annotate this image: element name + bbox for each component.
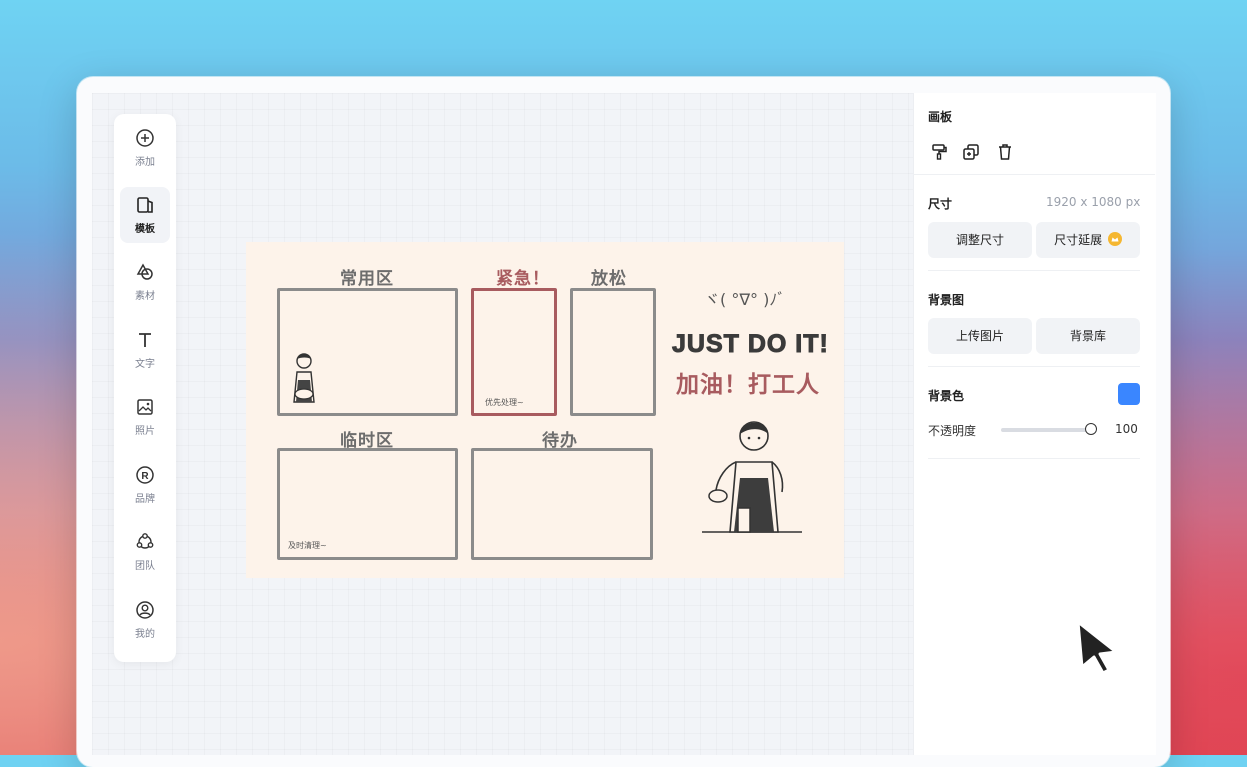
panel-divider [928, 270, 1140, 271]
tool-template[interactable]: 模板 [120, 187, 170, 243]
background-color-swatch[interactable] [1118, 383, 1140, 405]
kaomoji-text: ヾ( °∇° )ﾉﾞ [704, 290, 786, 309]
todo-area-box[interactable] [471, 448, 653, 560]
shapes-icon [136, 263, 153, 280]
mouse-cursor-icon [1076, 620, 1118, 674]
design-artboard[interactable]: 常用区 紧急！ 放松 临时区 待办 优先处理~ 及时清理~ ヾ( °∇° )ﾉﾞ… [246, 242, 844, 578]
opacity-label: 不透明度 [928, 424, 977, 438]
tool-text[interactable]: 文字 [120, 322, 170, 378]
user-icon [136, 601, 154, 619]
tool-mine-label: 我的 [135, 629, 155, 640]
upload-image-button[interactable]: 上传图片 [928, 318, 1032, 354]
tool-brand[interactable]: R 品牌 [120, 457, 170, 513]
duplicate-icon[interactable] [962, 143, 980, 161]
tool-add[interactable]: 添加 [120, 120, 170, 176]
svg-text:R: R [141, 471, 149, 482]
tool-text-label: 文字 [135, 359, 155, 370]
urgent-note: 优先处理~ [485, 398, 524, 407]
slogan-english: JUST DO IT! [672, 330, 829, 359]
size-extend-button[interactable]: 尺寸延展 [1036, 222, 1140, 258]
tool-materials-label: 素材 [135, 291, 155, 302]
photo-icon [137, 399, 153, 415]
template-icon [137, 197, 153, 213]
panel-divider [913, 174, 1155, 175]
panel-title: 画板 [928, 110, 953, 124]
tool-photo[interactable]: 照片 [120, 389, 170, 445]
section-title-relax: 放松 [591, 269, 627, 289]
tool-team-label: 团队 [135, 561, 155, 572]
size-label: 尺寸 [928, 197, 953, 211]
background-library-button[interactable]: 背景库 [1036, 318, 1140, 354]
left-toolbar: 添加 模板 素材 文字 照片 R 品牌 团队 我的 [114, 114, 176, 662]
team-icon [136, 533, 154, 549]
section-title-common: 常用区 [340, 269, 394, 289]
tool-add-label: 添加 [135, 157, 155, 168]
temp-note: 及时清理~ [288, 541, 327, 550]
tool-mine[interactable]: 我的 [120, 592, 170, 648]
adjust-size-label: 调整尺寸 [955, 233, 1004, 247]
background-color-label: 背景色 [928, 389, 965, 403]
plus-circle-icon [136, 129, 154, 147]
background-image-label: 背景图 [928, 293, 965, 307]
tool-photo-label: 照片 [135, 426, 155, 437]
brand-icon: R [136, 466, 154, 484]
slogan-chinese: 加油！打工人 [676, 372, 820, 398]
relax-area-box[interactable] [570, 288, 656, 416]
size-value: 1920 x 1080 px [1046, 195, 1141, 209]
barista-illustration [702, 421, 802, 533]
tool-template-label: 模板 [135, 224, 155, 235]
small-barista-illustration [293, 353, 315, 403]
format-painter-icon[interactable] [930, 143, 948, 161]
delete-icon[interactable] [996, 143, 1014, 161]
panel-divider [928, 366, 1140, 367]
section-title-urgent: 紧急！ [496, 269, 550, 289]
opacity-slider-track[interactable] [1001, 428, 1091, 432]
opacity-value: 100 [1115, 422, 1138, 436]
tool-brand-label: 品牌 [135, 494, 155, 505]
tool-materials[interactable]: 素材 [120, 254, 170, 310]
adjust-size-button[interactable]: 调整尺寸 [928, 222, 1032, 258]
crown-icon [1107, 232, 1122, 246]
tool-team[interactable]: 团队 [120, 524, 170, 580]
size-extend-label: 尺寸延展 [1054, 233, 1103, 247]
panel-divider [928, 458, 1140, 459]
opacity-slider-handle[interactable] [1085, 423, 1097, 435]
text-icon [139, 333, 151, 347]
